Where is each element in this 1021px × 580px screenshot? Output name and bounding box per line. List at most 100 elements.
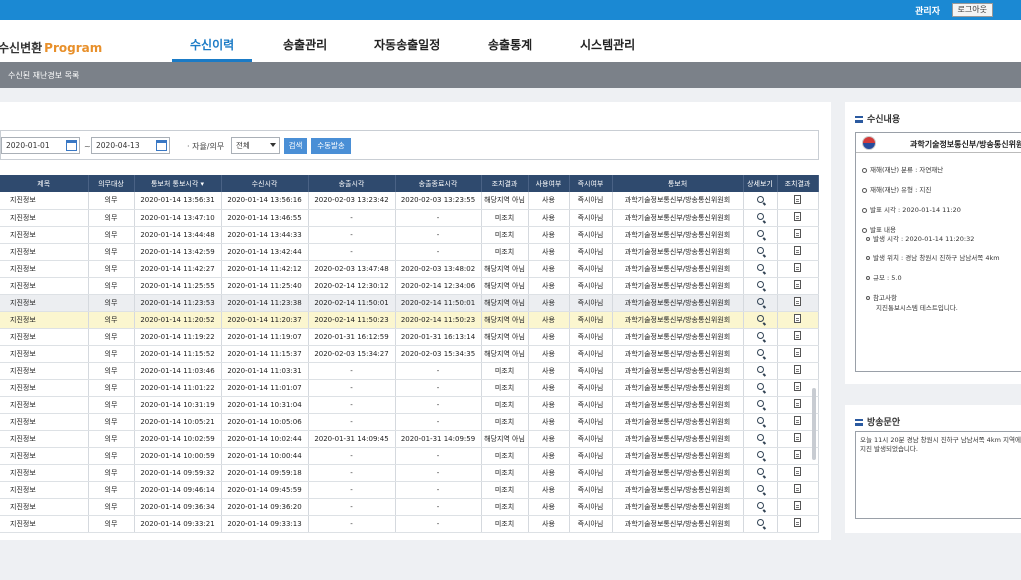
document-icon[interactable] <box>794 212 801 221</box>
table-row[interactable]: 지진정보 의무 2020-01-14 13:56:31 2020-01-14 13:5… <box>0 192 819 210</box>
col-action-report[interactable]: 조치결과 <box>777 175 819 192</box>
broadcast-text-box[interactable]: 오늘 11시 20분 경남 창원시 진하구 남남서쪽 4km 지역에서 규모 5… <box>855 431 1021 519</box>
table-row[interactable]: 지진정보 의무 2020-01-14 11:01:22 2020-01-14 11:0… <box>0 379 819 397</box>
magnifier-icon[interactable] <box>756 281 764 288</box>
cell-title: 지진정보 <box>0 209 89 227</box>
document-icon[interactable] <box>794 365 801 374</box>
document-icon[interactable] <box>794 450 801 459</box>
magnifier-icon[interactable] <box>756 417 764 424</box>
magnifier-icon[interactable] <box>756 213 764 220</box>
col-broadcast-time[interactable]: 송출시각 <box>308 175 396 192</box>
app-logo[interactable]: 수신변환 Program <box>0 39 102 56</box>
table-row[interactable]: 지진정보 의무 2020-01-14 11:23:53 2020-01-14 11:2… <box>0 294 819 312</box>
col-mandatory[interactable]: 의무대상 <box>88 175 135 192</box>
col-title[interactable]: 제목 <box>0 175 89 192</box>
document-icon[interactable] <box>794 314 801 323</box>
table-row[interactable]: 지진정보 의무 2020-01-14 11:15:52 2020-01-14 11:1… <box>0 345 819 363</box>
cell-action-report <box>777 345 819 363</box>
cell-notifier: 과학기술정보통신부/방송통신위원회 <box>612 328 744 346</box>
col-receive-time[interactable]: 수신시각 <box>221 175 309 192</box>
magnifier-icon[interactable] <box>756 468 764 475</box>
col-notifier[interactable]: 통보처 <box>612 175 744 192</box>
document-icon[interactable] <box>794 297 801 306</box>
cell-mandatory: 의무 <box>88 226 135 244</box>
table-row[interactable]: 지진정보 의무 2020-01-14 13:44:48 2020-01-14 13:4… <box>0 226 819 244</box>
table-row[interactable]: 지진정보 의무 2020-01-14 09:36:34 2020-01-14 09:3… <box>0 498 819 516</box>
search-button[interactable]: 검색 <box>284 138 307 154</box>
magnifier-icon[interactable] <box>756 195 764 203</box>
magnifier-icon[interactable] <box>756 400 764 407</box>
document-icon[interactable] <box>794 246 801 255</box>
document-icon[interactable] <box>794 484 801 493</box>
manual-broadcast-button[interactable]: 수동발송 <box>311 138 351 154</box>
magnifier-icon[interactable] <box>756 332 764 339</box>
date-from-input[interactable]: 2020-01-01 <box>1 137 80 154</box>
document-icon[interactable] <box>794 194 801 204</box>
cell-action-report <box>777 226 819 244</box>
table-row[interactable]: 지진정보 의무 2020-01-14 13:47:10 2020-01-14 13:4… <box>0 209 819 227</box>
nav-broadcast-management[interactable]: 송출관리 <box>283 36 327 53</box>
table-row[interactable]: 지진정보 의무 2020-01-14 13:42:59 2020-01-14 13:4… <box>0 243 819 261</box>
document-icon[interactable] <box>794 348 801 357</box>
magnifier-icon[interactable] <box>756 264 764 271</box>
col-detail[interactable]: 상세보기 <box>743 175 778 192</box>
table-row[interactable]: 지진정보 의무 2020-01-14 11:03:46 2020-01-14 11:0… <box>0 362 819 380</box>
magnifier-icon[interactable] <box>756 383 764 390</box>
col-broadcast-end-time[interactable]: 송출종료시각 <box>395 175 482 192</box>
magnifier-icon[interactable] <box>756 366 764 373</box>
table-row[interactable]: 지진정보 의무 2020-01-14 10:02:59 2020-01-14 10:0… <box>0 430 819 448</box>
document-icon[interactable] <box>794 263 801 272</box>
magnifier-icon[interactable] <box>756 451 764 458</box>
date-to-input[interactable]: 2020-04-13 <box>91 137 170 154</box>
nav-system-management[interactable]: 시스템관리 <box>580 36 635 53</box>
table-row[interactable]: 지진정보 의무 2020-01-14 11:25:55 2020-01-14 11:2… <box>0 277 819 295</box>
table-row[interactable]: 지진정보 의무 2020-01-14 10:31:19 2020-01-14 10:3… <box>0 396 819 414</box>
document-icon[interactable] <box>794 399 801 408</box>
nav-auto-broadcast-schedule[interactable]: 자동송출일정 <box>374 36 440 53</box>
table-row[interactable]: 지진정보 의무 2020-01-14 11:20:52 2020-01-14 11:2… <box>0 311 819 329</box>
document-icon[interactable] <box>794 280 801 289</box>
cell-broadcast-time: - <box>308 226 396 244</box>
type-filter-select[interactable]: 전체 <box>231 137 280 154</box>
table-row[interactable]: 지진정보 의무 2020-01-14 10:05:21 2020-01-14 10:0… <box>0 413 819 431</box>
magnifier-icon[interactable] <box>756 485 764 492</box>
col-immediate[interactable]: 즉시여부 <box>569 175 613 192</box>
document-icon[interactable] <box>794 331 801 340</box>
cell-mandatory: 의무 <box>88 413 135 431</box>
document-icon[interactable] <box>794 416 801 425</box>
col-usage[interactable]: 사용여부 <box>528 175 570 192</box>
table-row[interactable]: 지진정보 의무 2020-01-14 09:46:14 2020-01-14 09:4… <box>0 481 819 499</box>
magnifier-icon[interactable] <box>756 315 764 322</box>
table-row[interactable]: 지진정보 의무 2020-01-14 10:00:59 2020-01-14 10:0… <box>0 447 819 465</box>
col-action-result[interactable]: 조치결과 <box>481 175 529 192</box>
document-icon[interactable] <box>794 433 801 442</box>
document-icon[interactable] <box>794 518 801 527</box>
table-row[interactable]: 지진정보 의무 2020-01-14 09:59:32 2020-01-14 09:5… <box>0 464 819 482</box>
magnifier-icon[interactable] <box>756 298 764 305</box>
magnifier-icon[interactable] <box>756 349 764 356</box>
broadcast-text-title: 방송문안 <box>855 415 900 428</box>
calendar-icon[interactable] <box>156 140 167 151</box>
col-notify-time[interactable]: 통보처 통보시각 ▾ <box>134 175 222 192</box>
table-row[interactable]: 지진정보 의무 2020-01-14 09:33:21 2020-01-14 09:3… <box>0 515 819 533</box>
nav-broadcast-statistics[interactable]: 송출통계 <box>488 36 532 53</box>
document-icon[interactable] <box>794 382 801 391</box>
magnifier-icon[interactable] <box>756 247 764 254</box>
table-row[interactable]: 지진정보 의무 2020-01-14 11:42:27 2020-01-14 11:4… <box>0 260 819 278</box>
nav-receive-history[interactable]: 수신이력 <box>190 36 234 53</box>
table-scrollbar[interactable] <box>812 388 816 460</box>
magnifier-icon[interactable] <box>756 502 764 509</box>
magnifier-icon[interactable] <box>756 519 764 526</box>
document-icon[interactable] <box>794 467 801 476</box>
cell-receive-time: 2020-01-14 11:15:37 <box>221 345 309 363</box>
document-icon[interactable] <box>794 501 801 510</box>
cell-detail <box>743 226 778 244</box>
magnifier-icon[interactable] <box>756 230 764 237</box>
magnifier-icon[interactable] <box>756 434 764 441</box>
logout-button[interactable]: 로그아웃 <box>951 3 993 17</box>
cell-notify-time: 2020-01-14 13:47:10 <box>134 209 222 227</box>
table-row[interactable]: 지진정보 의무 2020-01-14 11:19:22 2020-01-14 11:1… <box>0 328 819 346</box>
document-icon[interactable] <box>794 229 801 238</box>
cell-receive-time: 2020-01-14 10:05:06 <box>221 413 309 431</box>
calendar-icon[interactable] <box>66 140 77 151</box>
